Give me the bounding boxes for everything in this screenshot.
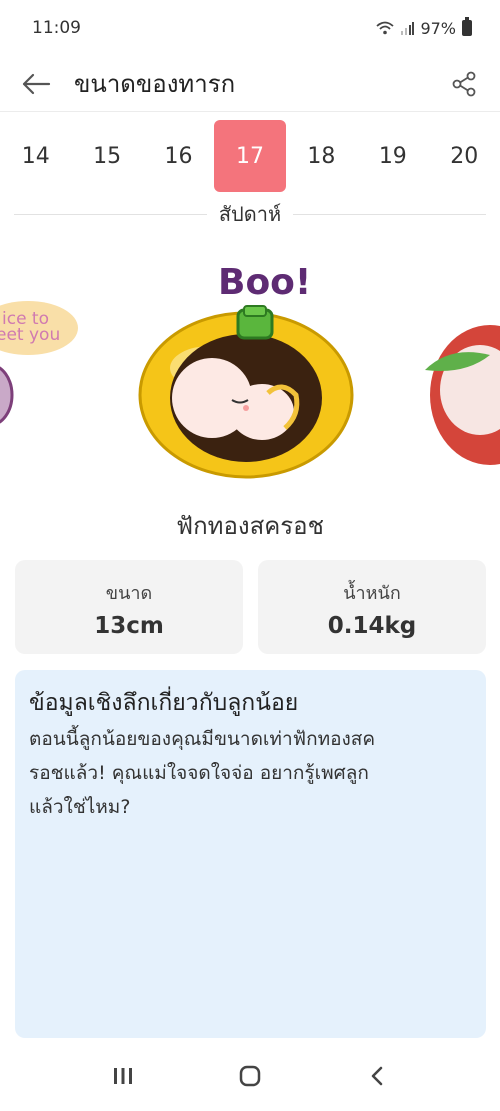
- boo-text: Boo!: [218, 262, 311, 303]
- home-icon: [239, 1065, 261, 1086]
- divider-right: [293, 213, 486, 215]
- insight-body: ตอนนี้ลูกน้อยของคุณมีขนาดเท่าฟักทองสค รอ…: [29, 722, 472, 824]
- weight-card: น้ำหนัก 0.14kg: [258, 560, 486, 654]
- week-20[interactable]: 20: [429, 120, 500, 192]
- week-label-row: สัปดาห์: [14, 196, 486, 232]
- home-button[interactable]: [230, 1056, 270, 1096]
- week-18[interactable]: 18: [286, 120, 357, 192]
- wifi-icon: [376, 21, 395, 35]
- signal-icon: [401, 22, 415, 35]
- week-15[interactable]: 15: [71, 120, 142, 192]
- weight-value: 0.14kg: [327, 613, 417, 639]
- week-17-selected[interactable]: 17: [214, 120, 286, 192]
- week-19[interactable]: 19: [357, 120, 428, 192]
- mangosteen-baby-icon: [138, 305, 354, 479]
- status-bar: 11:09 97%: [0, 0, 500, 56]
- recent-apps-icon: [114, 1067, 133, 1084]
- back-button[interactable]: [18, 66, 54, 102]
- bubble-line-2: eet you: [0, 325, 60, 345]
- chevron-left-icon: [371, 1066, 382, 1085]
- battery-icon: [462, 17, 472, 36]
- insight-title: ข้อมูลเชิงลึกเกี่ยวกับลูกน้อย: [29, 690, 299, 716]
- status-time: 11:09: [32, 18, 81, 38]
- insight-line-2: รอชแล้ว! คุณแม่ใจจดใจจ่อ อยากรู้เพศลูก: [29, 762, 369, 784]
- status-icons: 97%: [376, 17, 472, 38]
- week-selector: 14 15 16 17 18 19 20: [0, 120, 500, 192]
- battery-percent: 97%: [420, 18, 456, 38]
- size-label: ขนาด: [105, 583, 153, 604]
- next-illustration: [425, 325, 500, 465]
- recent-apps-button[interactable]: [103, 1056, 143, 1096]
- hero-illustration: ice to eet you Boo!: [0, 262, 500, 479]
- insight-line-1: ตอนนี้ลูกน้อยของคุณมีขนาดเท่าฟักทองสค: [29, 728, 376, 750]
- page-title: ขนาดของทารก: [74, 70, 236, 98]
- app-bar: ขนาดของทารก: [0, 56, 500, 112]
- system-nav-bar: [0, 1040, 500, 1111]
- back-nav-button[interactable]: [357, 1056, 397, 1096]
- week-14[interactable]: 14: [0, 120, 71, 192]
- fruit-name: ฟักทองสครอช: [176, 512, 324, 540]
- baby-insight-card: ข้อมูลเชิงลึกเกี่ยวกับลูกน้อย ตอนนี้ลูกน…: [15, 670, 486, 1038]
- size-value: 13cm: [94, 613, 164, 639]
- insight-line-3: แล้วใช่ไหม?: [29, 796, 131, 818]
- weight-label: น้ำหนัก: [343, 583, 401, 604]
- fruit-illustration-carousel[interactable]: ice to eet you Boo!: [0, 250, 500, 500]
- week-label: สัปดาห์: [218, 202, 282, 226]
- back-arrow-icon: [22, 73, 51, 94]
- week-16[interactable]: 16: [143, 120, 214, 192]
- share-icon: [452, 71, 476, 96]
- divider-left: [14, 213, 207, 215]
- share-button[interactable]: [446, 66, 482, 102]
- size-card: ขนาด 13cm: [15, 560, 243, 654]
